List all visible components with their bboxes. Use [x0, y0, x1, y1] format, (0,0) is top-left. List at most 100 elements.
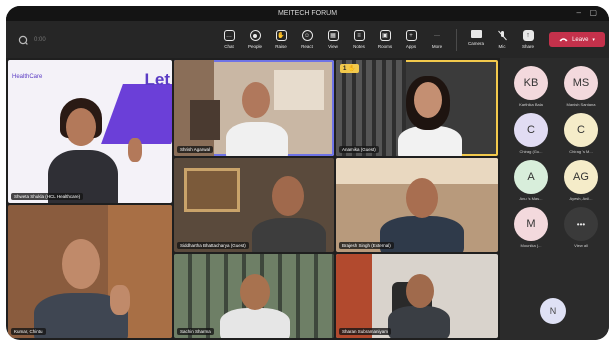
- participant-name: Shweta Shukla (HCL Healthcare): [11, 193, 84, 200]
- participant-avatar-ms[interactable]: MS Manish Santana: [556, 66, 606, 107]
- video-tile-siddhartha[interactable]: Siddhartha Bhattacharya (Guest): [174, 158, 334, 252]
- door-backdrop: [336, 254, 372, 338]
- avatar: A: [514, 160, 548, 194]
- notes-icon: ≡: [353, 30, 365, 41]
- avatar-name: Manish Santana: [566, 102, 596, 107]
- media-controls: Camera Mic ↑ Share: [463, 30, 541, 49]
- wall-frame: [184, 168, 240, 212]
- hand-count: 1: [343, 66, 347, 72]
- react-button[interactable]: ☺ React: [294, 30, 320, 49]
- more-label: More: [431, 44, 443, 49]
- avatar: C: [564, 113, 598, 147]
- avatar-name: Anu 's Mas...: [519, 196, 543, 201]
- video-tile-sachin[interactable]: Sachin Sharma: [174, 254, 334, 338]
- participant-head: [242, 82, 270, 118]
- video-tile-sharan[interactable]: Sharan Subramaniyam: [336, 254, 498, 338]
- meeting-timer: 0:00: [34, 36, 46, 43]
- people-icon: [249, 30, 261, 41]
- share-button[interactable]: ↑ Share: [515, 30, 541, 49]
- video-tile-kumar[interactable]: Kumar, Chintu: [8, 205, 172, 338]
- brand-subtext: HealthCare: [12, 74, 43, 80]
- react-icon: ☺: [301, 30, 313, 41]
- avatar: KB: [514, 66, 548, 100]
- share-icon: ↑: [522, 30, 534, 41]
- participant-avatar-m[interactable]: M Mounika (...: [506, 207, 556, 248]
- participant-body: [388, 306, 450, 338]
- view-all-label: View all: [574, 243, 588, 248]
- avatar-name: Chirag (Gu...: [519, 149, 543, 154]
- video-tile-brajesh[interactable]: Brajesh Singh (External): [336, 158, 498, 252]
- brand-text: Let: [144, 70, 171, 89]
- raise-hand-button[interactable]: ✋ Raise: [268, 30, 294, 49]
- phone-hangup-icon: [559, 38, 568, 42]
- avatar: AG: [564, 160, 598, 194]
- rooms-label: Rooms: [377, 44, 393, 49]
- maximize-button[interactable]: ▢: [589, 8, 597, 18]
- self-avatar[interactable]: N: [540, 298, 566, 324]
- participant-head: [406, 178, 438, 218]
- participant-name: Kumar, Chintu: [11, 328, 46, 335]
- view-label: View: [328, 44, 338, 49]
- participant-avatar-a[interactable]: A Anu 's Mas...: [506, 160, 556, 201]
- notes-label: Notes: [353, 44, 365, 49]
- video-tile-shrish[interactable]: Shrish Agarwal: [174, 60, 334, 156]
- rooms-icon: ▣: [379, 30, 391, 41]
- avatar: MS: [564, 66, 598, 100]
- view-button[interactable]: ▦ View: [320, 30, 346, 49]
- thumbs-up-hand: [110, 285, 130, 315]
- participant-avatar-grid: KB Karthika Bala MS Manish Santana C Chi…: [506, 66, 606, 248]
- participant-name: Siddhartha Bhattacharya (Guest): [177, 242, 249, 249]
- chat-button[interactable]: … Chat: [216, 30, 242, 49]
- chevron-down-icon: ▾: [592, 36, 595, 43]
- video-tile-anamika[interactable]: 1 ✋ Anamika (Guest): [336, 60, 498, 156]
- leave-label: Leave: [572, 36, 589, 43]
- minimize-button[interactable]: –: [577, 8, 581, 18]
- avatar-name: Ayesh, Anil...: [569, 196, 593, 201]
- participant-head: [62, 239, 100, 289]
- participant-name: Sharan Subramaniyam: [339, 328, 392, 335]
- avatar-name: Karthika Bala: [519, 102, 543, 107]
- raise-hand-icon: ✋: [348, 66, 356, 72]
- participant-name: Sachin Sharma: [177, 328, 214, 335]
- notes-button[interactable]: ≡ Notes: [346, 30, 372, 49]
- participant-body: [226, 122, 288, 156]
- toolbar-actions: … Chat People ✋ Raise ☺ React ▦ View ≡ N…: [216, 30, 450, 49]
- apps-label: Apps: [405, 44, 417, 49]
- participant-head: [414, 82, 442, 118]
- leave-button[interactable]: Leave ▾: [549, 32, 605, 47]
- people-button[interactable]: People: [242, 30, 268, 49]
- more-icon: ···: [434, 32, 440, 39]
- apps-button[interactable]: + Apps: [398, 30, 424, 49]
- people-label: People: [247, 44, 262, 49]
- react-label: React: [301, 44, 313, 49]
- participant-name: Shrish Agarwal: [177, 146, 214, 153]
- participant-avatar-ag[interactable]: AG Ayesh, Anil...: [556, 160, 606, 201]
- participant-body: [220, 308, 290, 338]
- meeting-info: 0:00: [6, 35, 216, 45]
- raised-hand: [128, 138, 142, 162]
- participant-avatar-c1[interactable]: C Chirag (Gu...: [506, 113, 556, 154]
- rooms-button[interactable]: ▣ Rooms: [372, 30, 398, 49]
- participant-name: Anamika (Guest): [339, 146, 379, 153]
- participant-avatar-kb[interactable]: KB Karthika Bala: [506, 66, 556, 107]
- camera-button[interactable]: Camera: [463, 30, 489, 46]
- apps-icon: +: [405, 30, 417, 41]
- avatar: C: [514, 113, 548, 147]
- title-bar: MEITECH FORUM – ▢: [6, 6, 609, 21]
- toolbar-separator: [456, 28, 457, 51]
- participant-body: [398, 126, 462, 156]
- more-button[interactable]: ··· More: [424, 30, 450, 50]
- mic-button[interactable]: Mic: [489, 30, 515, 49]
- video-tile-shweta[interactable]: Let HealthCare Shweta Shukla (HCL Health…: [8, 60, 172, 203]
- meeting-window: MEITECH FORUM – ▢ 0:00 … Chat People ✋ R…: [6, 6, 609, 340]
- participant-avatar-c2[interactable]: C Chirag 's M...: [556, 113, 606, 154]
- raised-hand-badge: 1 ✋: [340, 64, 359, 73]
- meeting-toolbar: 0:00 … Chat People ✋ Raise ☺ React ▦ Vie…: [6, 21, 609, 58]
- participant-face: [66, 108, 96, 146]
- view-all-button[interactable]: ••• View all: [556, 207, 606, 248]
- bookshelf: [190, 100, 220, 140]
- shield-icon: [18, 35, 28, 45]
- mic-label: Mic: [498, 44, 506, 49]
- participants-panel: KB Karthika Bala MS Manish Santana C Chi…: [500, 58, 609, 340]
- raise-hand-icon: ✋: [275, 30, 287, 41]
